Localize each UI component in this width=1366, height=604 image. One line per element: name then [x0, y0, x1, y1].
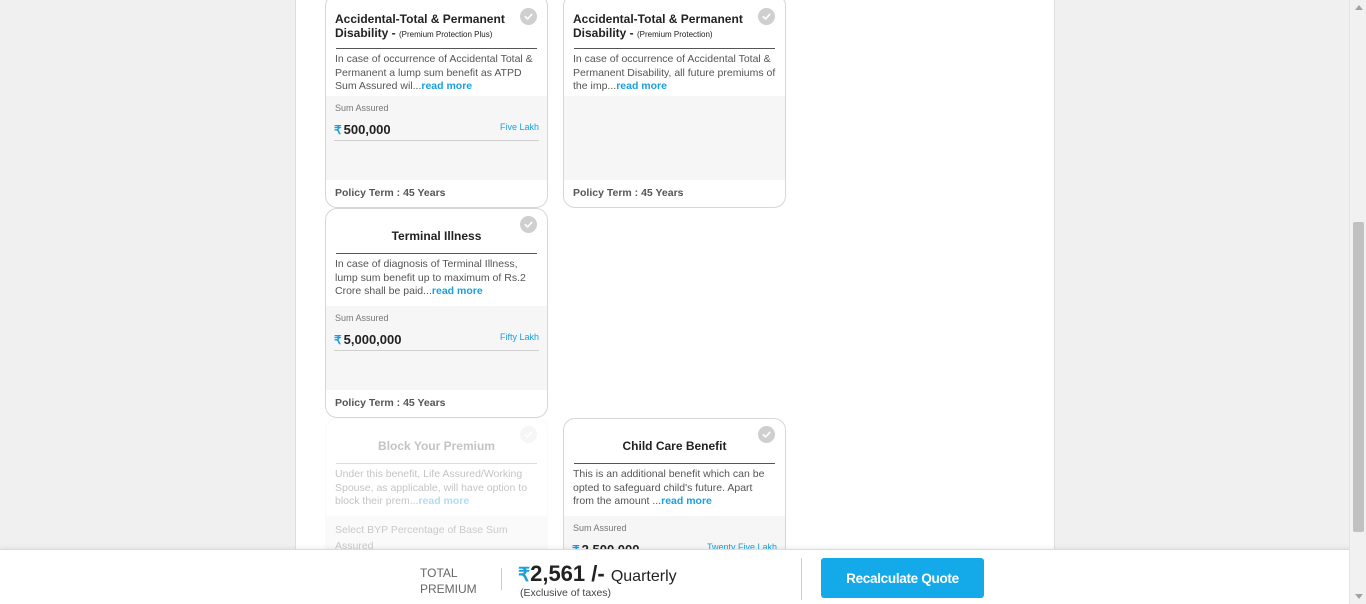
- scroll-up-arrow-icon[interactable]: [1355, 5, 1363, 10]
- premium-frequency: Quarterly: [610, 568, 677, 585]
- rupee-icon: ₹: [334, 123, 342, 137]
- footer-divider: [801, 558, 802, 600]
- premium-value: 2,561 /-: [530, 561, 605, 586]
- rider-description: In case of occurrence of Accidental Tota…: [564, 53, 785, 94]
- rider-card-atpd[interactable]: Accidental-Total & Permanent Disability …: [563, 0, 786, 208]
- rupee-icon: ₹: [518, 565, 531, 586]
- rider-title: Child Care Benefit: [622, 439, 727, 453]
- rider-title-sub: (Premium Protection): [637, 30, 713, 39]
- read-more-link: read more: [418, 495, 470, 507]
- sum-assured-section: Sum Assured ₹500,000 Five Lakh: [326, 96, 547, 180]
- sum-assured-words: Five Lakh: [499, 122, 539, 132]
- rider-description: In case of occurrence of Accidental Tota…: [326, 53, 547, 94]
- empty-section: [564, 96, 785, 180]
- title-divider: [336, 48, 537, 49]
- sum-assured-label: Sum Assured: [335, 103, 389, 113]
- title-divider: [574, 48, 775, 49]
- sum-assured-value[interactable]: 500,000: [344, 122, 391, 137]
- total-label-line2: PREMIUM: [420, 582, 477, 596]
- rider-description: Under this benefit, Life Assured/Working…: [326, 468, 547, 509]
- footer-divider: [501, 568, 502, 590]
- title-divider: [574, 463, 775, 464]
- rider-description-text: In case of diagnosis of Terminal Illness…: [335, 258, 526, 297]
- sum-assured-value[interactable]: 5,000,000: [344, 332, 402, 347]
- sum-assured-label: Sum Assured: [573, 523, 627, 533]
- tax-note: (Exclusive of taxes): [520, 587, 612, 599]
- rider-title: Terminal Illness: [391, 229, 482, 243]
- read-more-link[interactable]: read more: [661, 495, 712, 507]
- rider-description: In case of diagnosis of Terminal Illness…: [326, 258, 547, 299]
- total-label-line1: TOTAL: [420, 566, 458, 580]
- policy-term: Policy Term : 45 Years: [573, 187, 684, 199]
- rider-card-atpd-plus[interactable]: Accidental-Total & Permanent Disability …: [325, 0, 548, 208]
- premium-amount: ₹2,561 /- Quarterly: [518, 561, 677, 587]
- read-more-link[interactable]: read more: [616, 80, 667, 92]
- recalculate-quote-button[interactable]: Recalculate Quote: [821, 558, 984, 598]
- rupee-icon: ₹: [334, 333, 342, 347]
- policy-term: Policy Term : 45 Years: [335, 397, 446, 409]
- rider-title-sub: (Premium Protection Plus): [399, 30, 493, 39]
- sum-assured-input[interactable]: ₹5,000,000 Fifty Lakh: [334, 331, 539, 351]
- sum-assured-section: Sum Assured ₹5,000,000 Fifty Lakh: [326, 306, 547, 390]
- check-circle-icon[interactable]: [520, 216, 537, 233]
- rider-description-text: In case of occurrence of Accidental Tota…: [573, 53, 776, 92]
- policy-term: Policy Term : 45 Years: [335, 187, 446, 199]
- rider-title: Accidental-Total & Permanent Disability …: [564, 12, 785, 42]
- scrollbar-thumb[interactable]: [1353, 222, 1364, 532]
- check-circle-icon[interactable]: [758, 426, 775, 443]
- premium-footer: TOTAL PREMIUM ₹2,561 /- Quarterly (Exclu…: [0, 549, 1366, 604]
- total-premium-label: TOTAL PREMIUM: [420, 565, 477, 597]
- rider-description: This is an additional benefit which can …: [564, 468, 785, 509]
- check-circle-icon[interactable]: [758, 8, 775, 25]
- sum-assured-words: Fifty Lakh: [499, 332, 539, 342]
- read-more-link[interactable]: read more: [432, 285, 483, 297]
- sum-assured-label: Sum Assured: [335, 313, 389, 323]
- rider-card-terminal-illness[interactable]: Terminal Illness In case of diagnosis of…: [325, 208, 548, 418]
- rider-title: Accidental-Total & Permanent Disability …: [326, 12, 547, 42]
- title-divider: [336, 253, 537, 254]
- rider-title: Block Your Premium: [378, 439, 495, 453]
- read-more-link[interactable]: read more: [421, 80, 472, 92]
- check-circle-icon: [520, 426, 537, 443]
- sum-assured-input[interactable]: ₹500,000 Five Lakh: [334, 121, 539, 141]
- title-divider: [336, 463, 537, 464]
- page: Accidental-Total & Permanent Disability …: [0, 0, 1366, 604]
- check-circle-icon[interactable]: [520, 8, 537, 25]
- scroll-down-arrow-icon[interactable]: [1355, 594, 1363, 599]
- page-scrollbar[interactable]: [1349, 0, 1366, 604]
